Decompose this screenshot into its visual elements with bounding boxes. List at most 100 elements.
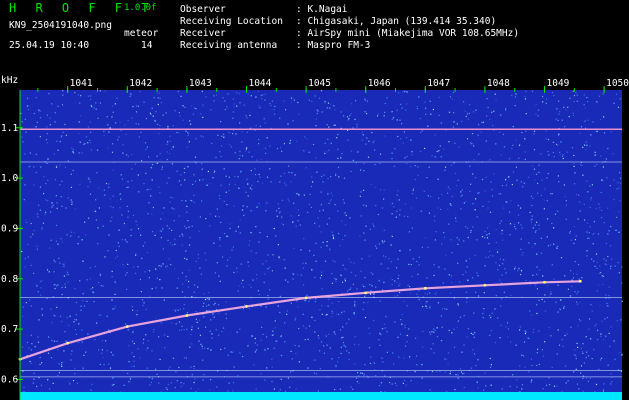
- noise-speck: [489, 250, 491, 252]
- noise-speck: [226, 107, 228, 109]
- noise-speck: [374, 186, 376, 188]
- noise-speck: [563, 307, 565, 309]
- noise-speck: [421, 377, 423, 379]
- noise-speck: [438, 96, 440, 99]
- noise-speck: [456, 327, 458, 329]
- noise-speck: [547, 173, 549, 175]
- noise-speck: [108, 183, 110, 185]
- noise-speck: [517, 204, 519, 207]
- noise-speck: [56, 306, 58, 308]
- noise-speck: [45, 211, 47, 213]
- noise-speck: [162, 248, 164, 250]
- noise-speck: [537, 192, 539, 194]
- noise-speck: [607, 233, 609, 235]
- noise-speck: [613, 199, 615, 201]
- noise-speck: [229, 223, 231, 225]
- noise-speck: [605, 260, 607, 262]
- noise-speck: [547, 218, 549, 220]
- noise-speck: [90, 142, 92, 144]
- noise-speck: [137, 105, 139, 107]
- noise-speck: [201, 200, 203, 202]
- noise-speck: [588, 232, 590, 234]
- noise-speck: [589, 206, 591, 209]
- noise-speck: [378, 243, 380, 245]
- noise-speck: [339, 245, 341, 247]
- noise-speck: [495, 229, 497, 231]
- noise-speck: [78, 152, 80, 154]
- noise-speck: [463, 344, 465, 346]
- noise-speck: [57, 284, 59, 286]
- noise-speck: [391, 213, 393, 215]
- noise-speck: [94, 210, 97, 212]
- noise-speck: [348, 118, 350, 120]
- noise-speck: [567, 106, 569, 108]
- noise-speck: [488, 243, 490, 245]
- noise-speck: [193, 174, 195, 176]
- noise-speck: [82, 300, 84, 302]
- noise-speck: [362, 204, 365, 206]
- noise-speck: [210, 319, 212, 321]
- noise-speck: [88, 217, 90, 219]
- noise-speck: [198, 319, 201, 321]
- noise-speck: [302, 325, 305, 327]
- noise-speck: [541, 298, 543, 300]
- noise-speck: [129, 95, 131, 97]
- noise-speck: [85, 234, 87, 236]
- noise-speck: [405, 334, 407, 337]
- noise-speck: [498, 193, 500, 195]
- noise-speck: [553, 156, 555, 158]
- noise-speck: [279, 181, 281, 183]
- noise-speck: [381, 357, 383, 359]
- noise-speck: [546, 98, 548, 100]
- noise-speck: [567, 288, 570, 290]
- noise-speck: [63, 350, 65, 352]
- noise-speck: [181, 233, 183, 235]
- noise-speck: [473, 111, 475, 113]
- noise-speck: [494, 341, 497, 344]
- noise-speck: [337, 361, 339, 363]
- noise-speck: [78, 236, 80, 238]
- noise-speck: [590, 304, 592, 306]
- noise-speck: [485, 385, 487, 387]
- noise-speck: [586, 377, 588, 379]
- noise-speck: [451, 252, 453, 254]
- noise-speck: [118, 245, 120, 247]
- noise-speck: [323, 174, 325, 176]
- noise-speck: [518, 144, 521, 146]
- noise-speck: [60, 136, 63, 138]
- noise-speck: [36, 248, 38, 250]
- noise-speck: [412, 189, 414, 191]
- noise-speck: [198, 340, 200, 342]
- noise-speck: [79, 183, 81, 185]
- noise-speck: [133, 266, 135, 268]
- noise-speck: [51, 340, 53, 342]
- noise-speck: [485, 140, 487, 142]
- noise-speck: [187, 133, 190, 135]
- noise-speck: [486, 115, 488, 117]
- noise-speck: [442, 282, 444, 284]
- noise-speck: [198, 230, 200, 232]
- noise-speck: [424, 237, 427, 239]
- noise-speck: [161, 287, 163, 289]
- noise-speck: [316, 171, 318, 173]
- noise-speck: [191, 200, 193, 202]
- noise-speck: [116, 255, 119, 257]
- noise-speck: [241, 141, 243, 143]
- noise-speck: [25, 219, 27, 221]
- noise-speck: [240, 263, 242, 265]
- noise-speck: [333, 331, 335, 333]
- noise-speck: [305, 167, 307, 169]
- noise-speck: [119, 121, 121, 123]
- noise-speck: [191, 225, 193, 227]
- noise-speck: [103, 130, 105, 133]
- noise-speck: [72, 380, 75, 382]
- noise-speck: [382, 361, 384, 363]
- noise-speck: [476, 216, 478, 218]
- noise-speck: [477, 134, 479, 136]
- noise-speck: [136, 224, 138, 226]
- noise-speck: [266, 336, 268, 338]
- noise-speck: [302, 267, 304, 269]
- noise-speck: [546, 236, 548, 238]
- noise-speck: [298, 328, 300, 330]
- noise-speck: [181, 244, 183, 246]
